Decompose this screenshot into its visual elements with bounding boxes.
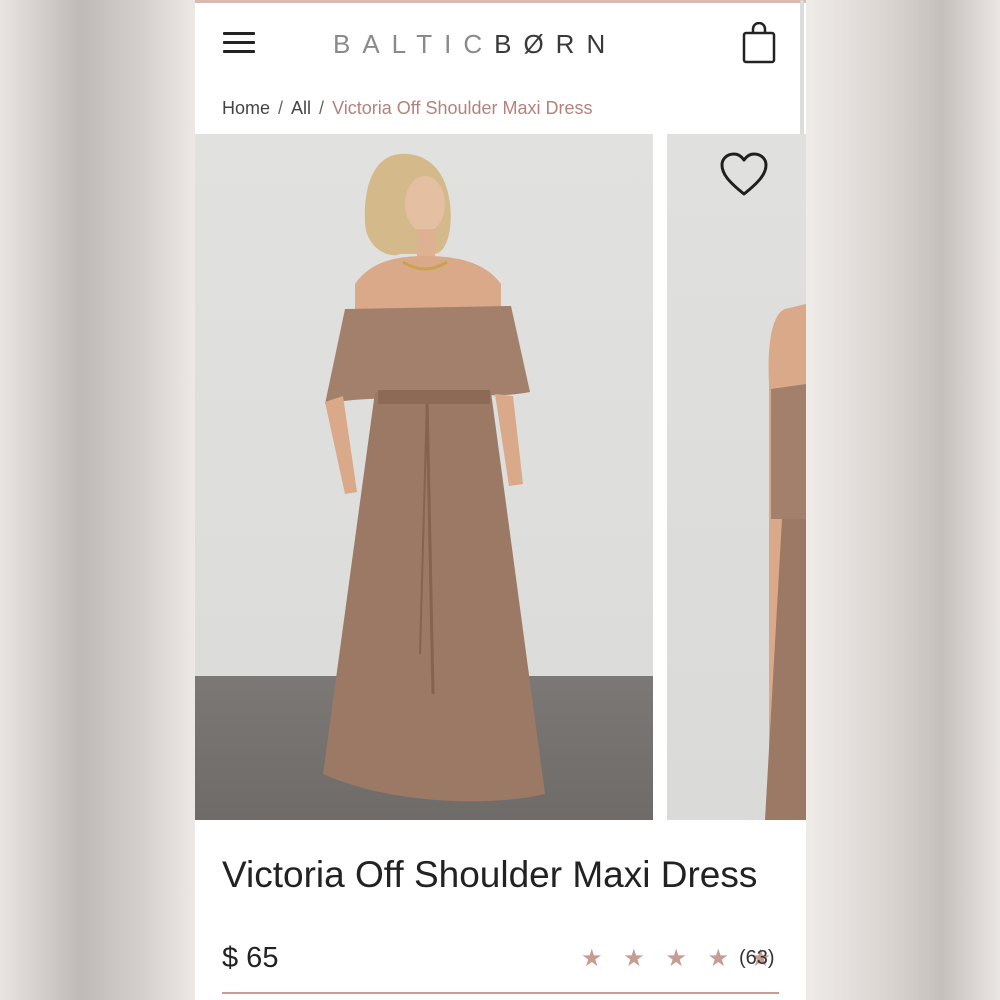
breadcrumb-separator: / (319, 98, 325, 118)
shopping-bag-icon[interactable] (742, 22, 776, 64)
product-image-secondary[interactable] (667, 134, 806, 820)
product-photo (323, 153, 545, 802)
product-title: Victoria Off Shoulder Maxi Dress (222, 854, 758, 895)
breadcrumb-home-link[interactable]: Home (222, 98, 270, 118)
logo-part-baltic: BALTIC (333, 29, 495, 59)
breadcrumb-separator: / (278, 98, 284, 118)
brand-logo[interactable]: BALTICBØRN (333, 28, 617, 60)
hamburger-menu-icon[interactable] (223, 30, 255, 56)
breadcrumb-current: Victoria Off Shoulder Maxi Dress (332, 98, 593, 118)
review-count[interactable]: (63) (739, 947, 775, 970)
divider (222, 992, 779, 994)
logo-part-born: BØRN (494, 29, 618, 59)
background-blur-right (806, 0, 1000, 1000)
top-accent-bar (195, 0, 806, 3)
product-photo-partial (765, 304, 806, 820)
product-image-main[interactable] (195, 134, 653, 820)
breadcrumb-all-link[interactable]: All (291, 98, 311, 118)
product-price: $ 65 (222, 942, 279, 974)
heart-outline-icon[interactable] (719, 152, 769, 198)
breadcrumb: Home / All / Victoria Off Shoulder Maxi Dres… (222, 98, 593, 119)
mobile-page: BALTICBØRN Home / All / Victoria Off Shoulde… (195, 0, 806, 1000)
